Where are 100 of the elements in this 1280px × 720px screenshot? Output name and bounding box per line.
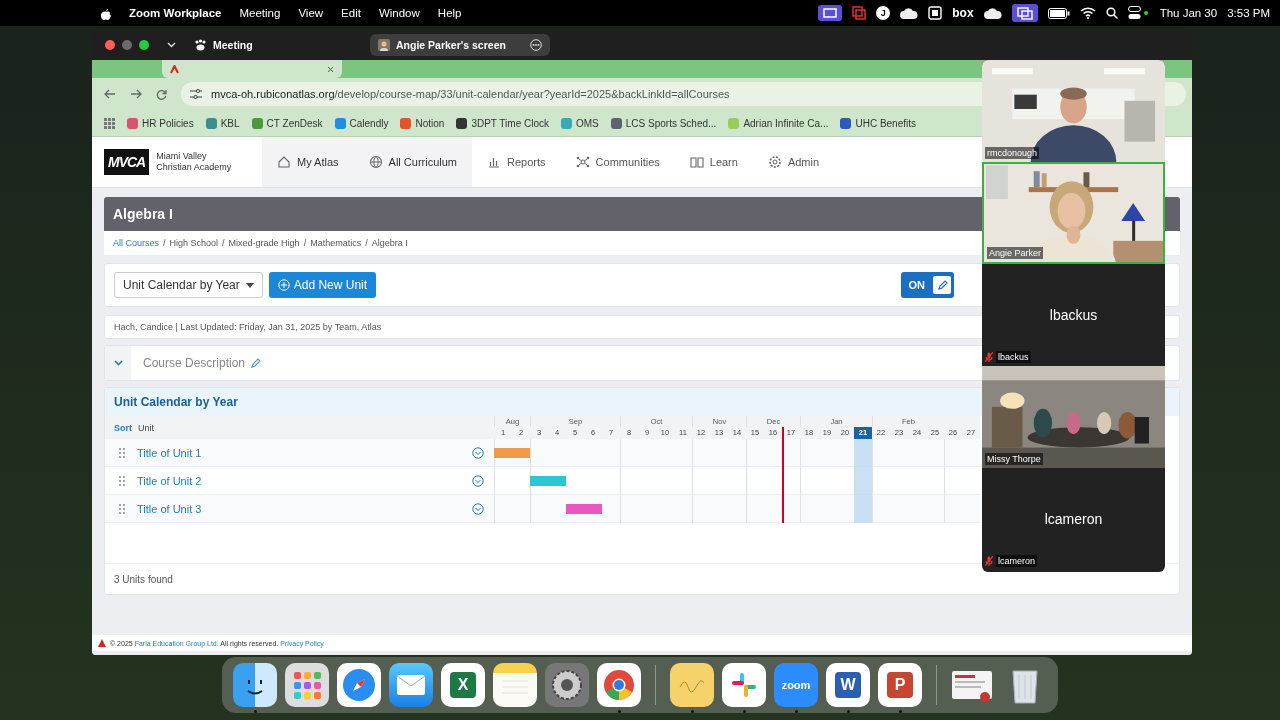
nav-item[interactable]: All Curriculum xyxy=(353,137,473,187)
menu-item[interactable]: Window xyxy=(378,7,420,19)
settings-icon[interactable] xyxy=(545,663,589,707)
screen-share-pill[interactable]: Angie Parker's screen xyxy=(370,34,550,56)
office-app-icon[interactable]: X xyxy=(441,663,485,707)
site-settings-icon xyxy=(189,88,203,100)
bookmark[interactable]: Notion xyxy=(400,117,445,129)
menu-item[interactable]: Edit xyxy=(341,7,361,19)
menu-item[interactable]: View xyxy=(298,7,324,19)
chevron-icon xyxy=(113,360,123,366)
bookmark[interactable]: Calendly xyxy=(334,117,389,129)
finder-app-icon[interactable] xyxy=(233,663,277,707)
minimize-icon[interactable] xyxy=(122,40,132,50)
caret-icon xyxy=(245,282,254,288)
course-title: Algebra I xyxy=(113,206,173,222)
view-dropdown[interactable]: Unit Calendar by Year xyxy=(114,272,263,298)
drag-handle-icon[interactable] xyxy=(119,475,125,486)
pencil-icon xyxy=(936,279,948,291)
video-tile[interactable]: lbackus lbackus xyxy=(982,264,1165,366)
video-tile[interactable]: rmcdonough xyxy=(982,60,1165,162)
screens-icon[interactable] xyxy=(1011,4,1038,22)
pencil-icon[interactable] xyxy=(251,358,262,368)
chevron-down-icon[interactable] xyxy=(167,42,176,48)
bookmark[interactable]: CT ZenDesk xyxy=(251,117,323,129)
app-menu[interactable]: Zoom Workplace xyxy=(129,7,222,19)
cloud-icon[interactable] xyxy=(900,7,919,19)
record-icon[interactable] xyxy=(852,6,867,20)
bookmark[interactable]: HR Policies xyxy=(127,117,194,129)
forward-icon[interactable] xyxy=(130,89,142,99)
favicon-icon xyxy=(170,64,179,74)
drag-handle-icon[interactable] xyxy=(119,503,125,514)
breadcrumb-item: Mixed-grade High xyxy=(228,238,300,248)
participant-label: lcameron xyxy=(996,555,1037,567)
app-badge-icon[interactable]: J xyxy=(876,6,891,20)
bookmark[interactable]: Adrian Infinite Ca... xyxy=(728,117,829,129)
breadcrumb-item: Algebra I xyxy=(371,238,408,248)
maximize-icon[interactable] xyxy=(139,40,149,50)
bookmark[interactable]: UHC Benefits xyxy=(840,117,916,129)
chevron-circle-icon[interactable] xyxy=(472,502,484,515)
nav-item[interactable]: Reports xyxy=(472,137,561,187)
chevron-circle-icon[interactable] xyxy=(472,474,484,487)
reload-icon[interactable] xyxy=(156,88,167,100)
sticky-notes-icon[interactable] xyxy=(670,663,714,707)
school-logo[interactable]: MVCA xyxy=(104,149,150,175)
video-tile[interactable]: Missy Thorpe xyxy=(982,366,1165,468)
menu-item[interactable]: Help xyxy=(437,7,462,19)
close-icon[interactable] xyxy=(105,40,115,50)
add-unit-button[interactable]: Add New Unit xyxy=(268,272,377,298)
wifi-icon[interactable] xyxy=(1079,7,1096,19)
update-info: Hach, Candice | Last Updated: Friday, Jan 31, 2025 by Team, Atlas xyxy=(114,322,382,332)
nav-item[interactable]: My Atlas xyxy=(262,137,354,187)
box-menu-icon[interactable]: box xyxy=(952,6,974,20)
bookmark[interactable]: OMS xyxy=(561,117,599,129)
cloud-icon[interactable] xyxy=(983,7,1002,19)
menubar-time[interactable]: 3:53 PM xyxy=(1227,7,1270,19)
breadcrumb-item: Mathematics xyxy=(310,238,362,248)
sort-link[interactable]: Sort xyxy=(114,422,132,433)
breadcrumb-link[interactable]: All Courses xyxy=(113,238,159,248)
notes-app-icon[interactable] xyxy=(493,663,537,707)
participant-label: Angie Parker xyxy=(987,247,1044,259)
office-app-icon[interactable]: W xyxy=(826,663,870,707)
mail-app-icon[interactable] xyxy=(928,6,943,20)
edit-toggle[interactable]: ON xyxy=(900,272,954,298)
bookmark[interactable]: 3DPT Time Clock xyxy=(456,117,549,129)
video-tile[interactable]: Angie Parker xyxy=(982,162,1165,264)
apple-logo-icon[interactable] xyxy=(100,6,111,20)
control-center-icon[interactable] xyxy=(1127,6,1150,20)
menu-item[interactable]: Meeting xyxy=(239,7,281,19)
mail-app-icon[interactable] xyxy=(389,663,433,707)
nav-item[interactable]: Communities xyxy=(560,137,675,187)
unit-title-link[interactable]: Title of Unit 1 xyxy=(137,446,460,459)
drag-handle-icon[interactable] xyxy=(119,447,125,458)
unit-title-link[interactable]: Title of Unit 2 xyxy=(137,474,460,487)
back-icon[interactable] xyxy=(104,89,116,99)
office-app-icon[interactable]: P xyxy=(878,663,922,707)
share-screen-icon[interactable] xyxy=(818,5,843,21)
column-header: Unit xyxy=(138,422,154,433)
avatar-icon xyxy=(378,39,390,51)
launchpad-icon[interactable] xyxy=(285,663,329,707)
search-icon[interactable] xyxy=(1105,7,1118,19)
collapse-toggle[interactable] xyxy=(105,346,131,380)
participant-label: lbackus xyxy=(996,351,1031,363)
network-icon xyxy=(575,155,590,169)
browser-app-icon[interactable] xyxy=(597,663,641,707)
compass-app-icon[interactable] xyxy=(337,663,381,707)
bookmark[interactable]: KBL xyxy=(205,117,240,129)
breadcrumb-separator: / xyxy=(365,238,368,248)
menubar-date[interactable]: Thu Jan 30 xyxy=(1159,7,1218,19)
hash-logo-icon[interactable] xyxy=(722,663,766,707)
bar-chart-icon xyxy=(487,155,502,169)
breadcrumb-separator: / xyxy=(222,238,225,248)
apps-grid-icon[interactable] xyxy=(104,117,115,129)
nav-item[interactable]: Admin xyxy=(752,137,835,187)
unit-title-link[interactable]: Title of Unit 3 xyxy=(137,502,460,515)
video-tile[interactable]: lcameron lcameron xyxy=(982,468,1165,570)
chevron-circle-icon[interactable] xyxy=(472,446,484,459)
bookmark[interactable]: LCS Sports Sched... xyxy=(610,117,717,129)
battery-icon[interactable] xyxy=(1047,7,1070,19)
participant-label: rmcdonough xyxy=(985,147,1040,159)
nav-item[interactable]: Learn xyxy=(674,137,753,187)
